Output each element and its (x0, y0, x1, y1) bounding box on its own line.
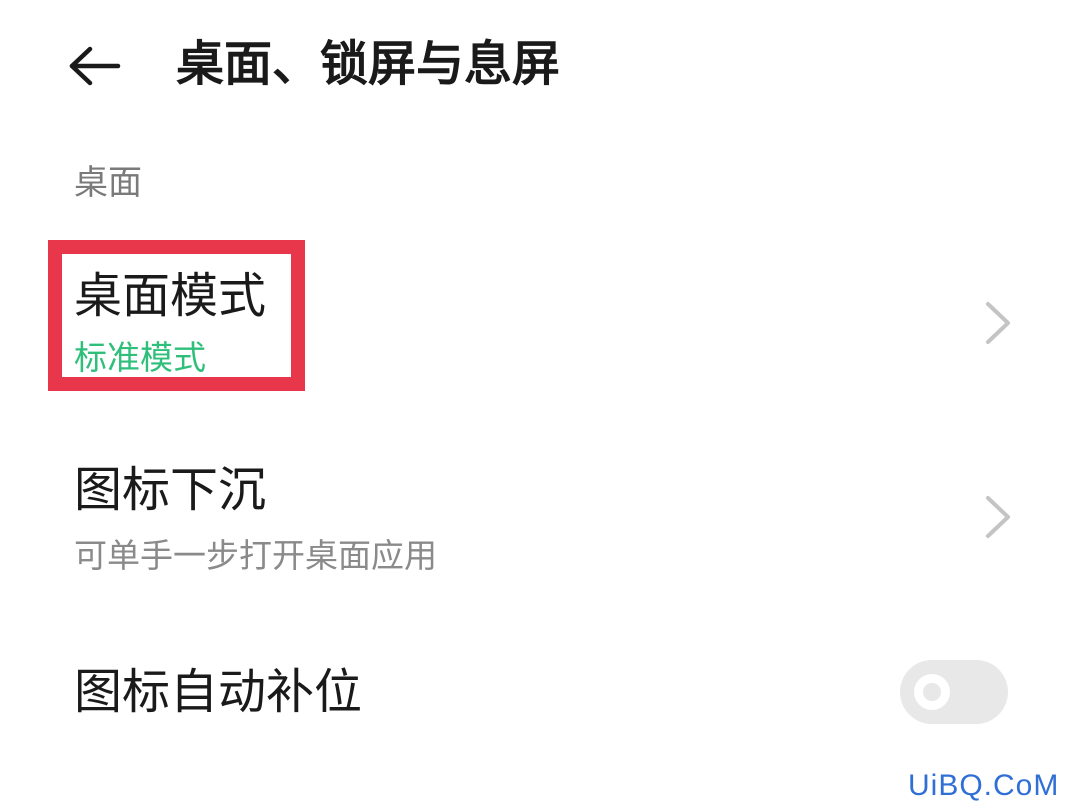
setting-row-desktop-mode[interactable]: 桌面模式 标准模式 (0, 248, 1080, 398)
top-bar: 桌面、锁屏与息屏 (0, 0, 1080, 130)
toggle-knob (914, 674, 950, 710)
chevron-right-icon (986, 302, 1010, 344)
watermark-text: UiBQ.CoM (908, 769, 1060, 802)
icon-auto-fill-toggle[interactable] (900, 660, 1008, 724)
setting-title: 图标自动补位 (74, 664, 363, 720)
chevron-right-icon (986, 496, 1010, 538)
setting-description: 可单手一步打开桌面应用 (74, 536, 437, 575)
setting-row-icon-sink[interactable]: 图标下沉 可单手一步打开桌面应用 (0, 440, 1080, 590)
page-title: 桌面、锁屏与息屏 (176, 36, 561, 92)
arrow-left-icon (69, 46, 121, 86)
section-header-desktop: 桌面 (74, 163, 142, 203)
setting-title: 桌面模式 (74, 268, 267, 324)
setting-value: 标准模式 (74, 338, 206, 377)
settings-screen: 桌面、锁屏与息屏 桌面 桌面模式 标准模式 图标下沉 可单手一步打开桌面应用 图… (0, 0, 1080, 810)
back-button[interactable] (62, 38, 126, 94)
setting-title: 图标下沉 (74, 462, 267, 518)
